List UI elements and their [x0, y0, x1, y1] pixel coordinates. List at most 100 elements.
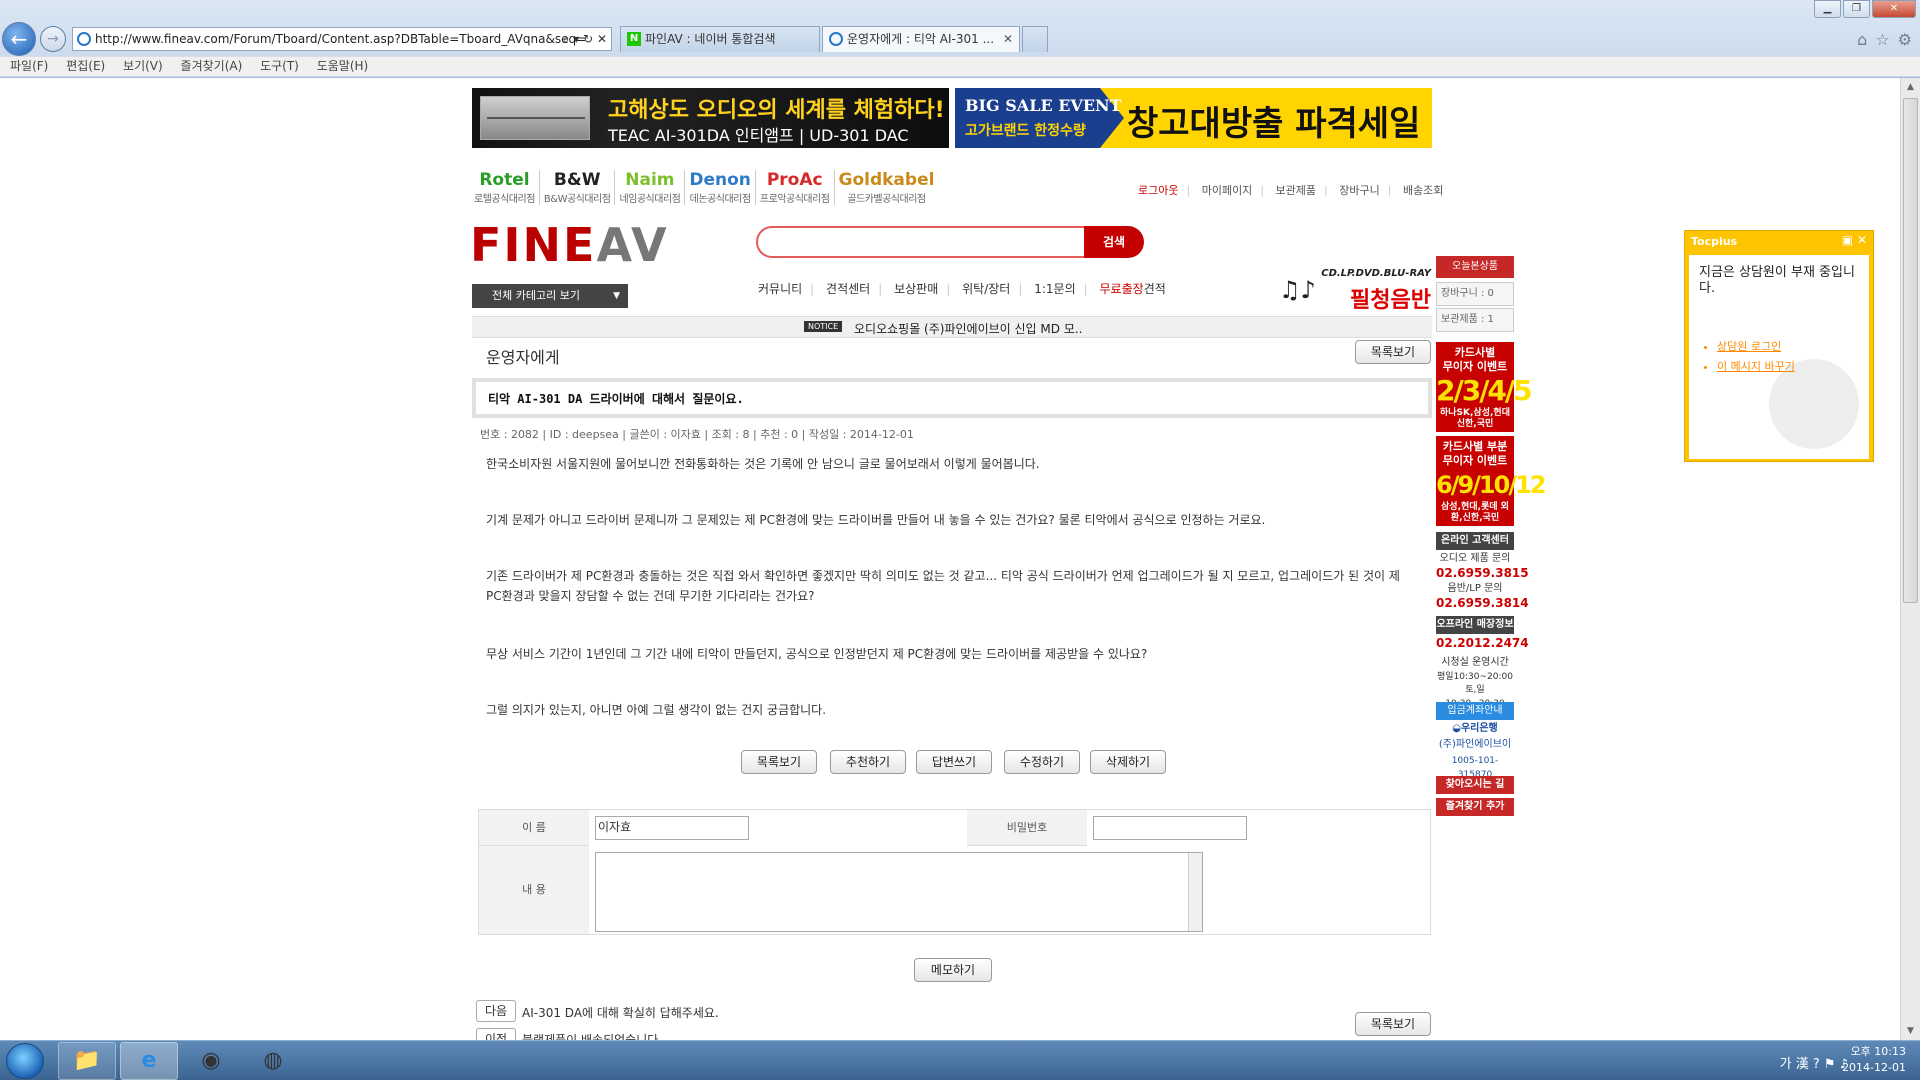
- nav-free-visit[interactable]: 무료출장견적: [1100, 282, 1166, 296]
- reply-button[interactable]: 답변쓰기: [916, 750, 992, 774]
- brand-link-naim[interactable]: Naim 네임공식대리점: [615, 170, 686, 205]
- nav-community[interactable]: 커뮤니티: [758, 282, 802, 296]
- prev-post-link[interactable]: 블랙제품이 배송되었습니다.: [522, 1031, 662, 1040]
- nav-market[interactable]: 위탁/장터: [962, 282, 1010, 296]
- menu-edit[interactable]: 편집(E): [66, 59, 105, 73]
- back-button[interactable]: ←: [2, 22, 36, 56]
- chrome-icon[interactable]: ◉: [182, 1042, 240, 1080]
- menu-view[interactable]: 보기(V): [123, 59, 163, 73]
- teac-banner[interactable]: 고해상도 오디오의 세계를 체험하다! TEAC AI-301DA 인티앰프 |…: [472, 88, 949, 148]
- delete-button[interactable]: 삭제하기: [1090, 750, 1166, 774]
- bookmark-button[interactable]: 즐겨찾기 추가: [1436, 798, 1514, 816]
- page-scrollbar[interactable]: ▲ ▼: [1900, 78, 1920, 1040]
- password-field[interactable]: [1093, 816, 1247, 840]
- scroll-down-icon[interactable]: ▼: [1901, 1022, 1920, 1040]
- ie-taskbar-icon[interactable]: e: [120, 1042, 178, 1080]
- favorites-star-icon[interactable]: ☆: [1875, 30, 1889, 49]
- name-field[interactable]: 이자효: [595, 816, 749, 840]
- clock[interactable]: 오후 10:13 2014-12-01: [1842, 1044, 1906, 1076]
- saved-items-link[interactable]: 보관제품: [1276, 184, 1316, 197]
- notice-text[interactable]: 오디오쇼핑몰 (주)파인에이브이 신입 MD 모..: [854, 320, 1083, 337]
- search-button[interactable]: 검색: [1084, 226, 1144, 258]
- brand-sub: 프로악공식대리점: [759, 194, 830, 205]
- nav-inquiry[interactable]: 1:1문의: [1034, 282, 1075, 296]
- nav-quote[interactable]: 견적센터: [826, 282, 870, 296]
- home-icon[interactable]: ⌂: [1857, 30, 1867, 49]
- scroll-thumb[interactable]: [1903, 98, 1918, 603]
- ime-indicator[interactable]: 가 漢: [1780, 1057, 1809, 1072]
- tab-current-page[interactable]: 운영자에게 : 티악 AI-301 ... ✕: [822, 26, 1020, 52]
- tab-naver-search[interactable]: N 파인AV : 네이버 통합검색: [620, 26, 820, 52]
- chat-close-icon[interactable]: ✕: [1857, 233, 1867, 247]
- menu-bar: 파일(F) 편집(E) 보기(V) 즐겨찾기(A) 도구(T) 도움말(H): [0, 56, 1920, 76]
- sidebar-saved[interactable]: 보관제품 : 1: [1436, 308, 1514, 332]
- card-event-ad-2[interactable]: 카드사별 부분 무이자 이벤트 6/9/10/12 삼성,현대,롯데 외환,신한…: [1436, 436, 1547, 526]
- ad-months: 2/3/4/5: [1436, 374, 1533, 407]
- brand-link-rotel[interactable]: Rotel 로텔공식대리점: [470, 170, 540, 205]
- chat-restore-icon[interactable]: ▣: [1842, 233, 1853, 247]
- sidebar-cart[interactable]: 장바구니 : 0: [1436, 282, 1514, 306]
- brand-link-proac[interactable]: ProAc 프로악공식대리점: [756, 170, 835, 205]
- address-bar[interactable]: http://www.fineav.com/Forum/Tboard/Conte…: [72, 27, 612, 51]
- flag-icon[interactable]: ⚑: [1824, 1057, 1836, 1072]
- nav-tradein[interactable]: 보상판매: [894, 282, 938, 296]
- textarea-scrollbar[interactable]: [1188, 853, 1202, 931]
- explorer-icon[interactable]: 📁: [58, 1042, 116, 1080]
- bank-header: 입금계좌안내: [1436, 702, 1514, 720]
- search-input[interactable]: [756, 226, 1086, 258]
- brand-sub: B&W공식대리점: [543, 194, 611, 205]
- brand-link-bw[interactable]: B&W B&W공식대리점: [540, 170, 616, 205]
- ad-line: 카드사별 부분: [1442, 440, 1508, 453]
- hours-weekday: 평일10:30~20:00: [1437, 672, 1513, 682]
- scroll-up-icon[interactable]: ▲: [1901, 78, 1920, 96]
- content-textarea[interactable]: [595, 852, 1203, 932]
- bank-name: ◒우리은행: [1436, 722, 1514, 736]
- next-post-link[interactable]: AI-301 DA에 대해 확실히 답해주세요.: [522, 1004, 719, 1021]
- menu-help[interactable]: 도움말(H): [317, 59, 369, 73]
- delivery-link[interactable]: 배송조회: [1403, 184, 1443, 197]
- help-icon[interactable]: ?: [1813, 1057, 1820, 1072]
- card-event-ad-1[interactable]: 카드사별 무이자 이벤트 2/3/4/5 하나SK,삼성,현대 신한,국민: [1436, 342, 1533, 432]
- maximize-button[interactable]: ❐: [1843, 0, 1870, 18]
- directions-button[interactable]: 찾아오시는 길: [1436, 776, 1514, 794]
- category-button[interactable]: 전체 카테고리 보기 ▼: [472, 284, 628, 308]
- store-header: 오프라인 매장정보: [1436, 616, 1514, 634]
- recommend-button[interactable]: 추천하기: [830, 750, 906, 774]
- post-subject-box: 티악 AI-301 DA 드라이버에 대해서 질문이요.: [472, 378, 1432, 418]
- dropdown-arrow-icon: ▼: [613, 291, 620, 301]
- sale-banner[interactable]: BIG SALE EVENT 고가브랜드 한정수량 창고대방출 파격세일: [955, 88, 1432, 148]
- mypage-link[interactable]: 마이페이지: [1202, 184, 1253, 197]
- change-message-link[interactable]: 이 메시지 바꾸기: [1717, 357, 1795, 377]
- start-button[interactable]: [6, 1043, 44, 1079]
- logout-link[interactable]: 로그아웃: [1138, 184, 1178, 197]
- gear-icon[interactable]: ⚙: [1898, 30, 1912, 49]
- forward-button[interactable]: →: [40, 26, 66, 52]
- menu-favorites[interactable]: 즐겨찾기(A): [181, 59, 243, 73]
- close-window-button[interactable]: ✕: [1872, 0, 1916, 18]
- memo-submit-button[interactable]: 메모하기: [914, 958, 992, 982]
- agent-login-link[interactable]: 상담원 로그인: [1717, 337, 1795, 357]
- brand-link-goldkabel[interactable]: Goldkabel 골드카벨공식대리점: [835, 170, 939, 205]
- tab-label: 운영자에게 : 티악 AI-301 ...: [847, 32, 995, 46]
- edit-button[interactable]: 수정하기: [1004, 750, 1080, 774]
- brand-sub: 골드카벨공식대리점: [847, 194, 926, 205]
- recently-viewed-header[interactable]: 오늘본상품: [1436, 256, 1514, 278]
- firefox-icon[interactable]: ◍: [244, 1042, 302, 1080]
- fineav-logo[interactable]: FINEAV: [470, 218, 669, 272]
- close-tab-icon[interactable]: ✕: [1003, 27, 1013, 51]
- new-tab-button[interactable]: [1022, 26, 1048, 52]
- music-logo[interactable]: ♫♪ CD.LP.DVD.BLU-RAY 필청음반: [1275, 268, 1433, 318]
- next-label: 다음: [476, 1000, 516, 1022]
- menu-file[interactable]: 파일(F): [10, 59, 48, 73]
- brand-link-denon[interactable]: Denon 데논공식대리점: [685, 170, 756, 205]
- menu-tools[interactable]: 도구(T): [260, 59, 299, 73]
- address-tools-icon[interactable]: ⌕ ▾ ↻ ✕: [563, 28, 607, 50]
- list-button[interactable]: 목록보기: [1355, 1012, 1431, 1036]
- naver-icon: N: [627, 32, 641, 46]
- list-button[interactable]: 목록보기: [1355, 340, 1431, 364]
- sale-sub: 고가브랜드 한정수량: [965, 123, 1086, 139]
- list-button[interactable]: 목록보기: [741, 750, 817, 774]
- post-subject: 티악 AI-301 DA 드라이버에 대해서 질문이요.: [488, 392, 744, 406]
- minimize-button[interactable]: ▁: [1814, 0, 1841, 18]
- cart-link[interactable]: 장바구니: [1339, 184, 1379, 197]
